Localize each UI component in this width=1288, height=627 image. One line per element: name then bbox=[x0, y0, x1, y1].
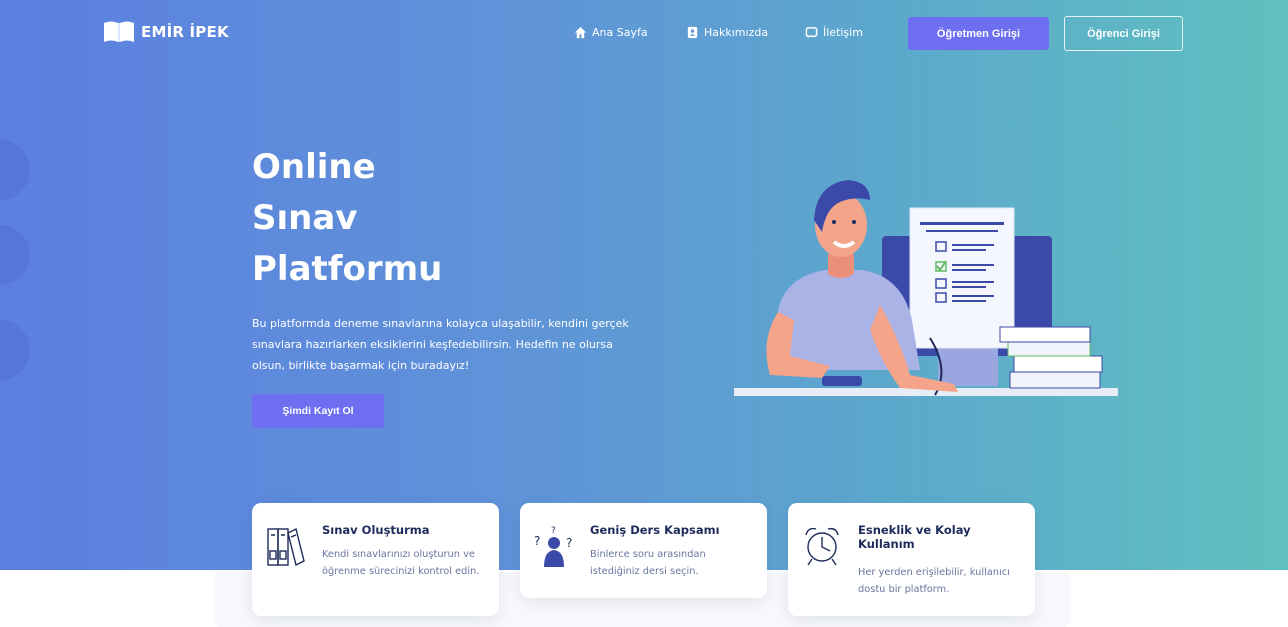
hero-title-line: Online bbox=[252, 147, 376, 187]
signup-button[interactable]: Şimdi Kayıt Ol bbox=[252, 394, 384, 428]
decor-blob bbox=[0, 140, 30, 200]
nav-contact[interactable]: İletişim bbox=[805, 26, 863, 39]
question-person-icon: ? ? ? bbox=[534, 526, 572, 567]
feature-text: Kendi sınavlarınızı oluşturun ve öğrenme… bbox=[322, 549, 480, 577]
address-book-icon bbox=[687, 26, 698, 39]
alarm-clock-icon bbox=[805, 527, 839, 566]
feature-card-flexibility[interactable]: Esneklik ve Kolay Kullanım Her yerden er… bbox=[788, 503, 1035, 616]
student-login-button[interactable]: Öğrenci Girişi bbox=[1064, 16, 1183, 51]
page: EMİR İPEK Ana Sayfa Hakkımızda İletişim … bbox=[0, 0, 1288, 627]
nav-home-label: Ana Sayfa bbox=[592, 26, 648, 39]
feature-title: Geniş Ders Kapsamı bbox=[590, 523, 720, 537]
hero-title-line: Platformu bbox=[252, 249, 443, 289]
books-icon bbox=[267, 527, 305, 567]
logo-text: EMİR İPEK bbox=[141, 23, 229, 41]
svg-text:?: ? bbox=[551, 526, 556, 536]
feature-card-exam-creation[interactable]: Sınav Oluşturma Kendi sınavlarınızı oluş… bbox=[252, 503, 499, 616]
feature-title: Esneklik ve Kolay Kullanım bbox=[858, 523, 971, 551]
hero-description: Bu platformda deneme sınavlarına kolayca… bbox=[252, 317, 629, 372]
feature-title: Sınav Oluşturma bbox=[322, 523, 430, 537]
open-book-icon bbox=[104, 21, 134, 42]
hero-section: EMİR İPEK Ana Sayfa Hakkımızda İletişim … bbox=[0, 0, 1288, 570]
feature-card-wide-coverage[interactable]: ? ? ? Geniş Ders Kapsamı Binlerce soru a… bbox=[520, 503, 767, 598]
decor-blob bbox=[0, 225, 30, 285]
home-icon bbox=[574, 26, 587, 39]
nav-home[interactable]: Ana Sayfa bbox=[574, 26, 648, 39]
nav-about[interactable]: Hakkımızda bbox=[686, 26, 768, 39]
contact-icon bbox=[805, 27, 818, 39]
hero-title-line: Sınav bbox=[252, 198, 358, 238]
hero-title: Online Sınav Platformu bbox=[252, 142, 612, 295]
feature-text: Her yerden erişilebilir, kullanıcı dostu… bbox=[858, 567, 1010, 595]
decor-blob bbox=[0, 320, 30, 380]
teacher-login-button[interactable]: Öğretmen Girişi bbox=[908, 17, 1049, 50]
svg-text:?: ? bbox=[534, 534, 540, 548]
logo[interactable]: EMİR İPEK bbox=[103, 20, 229, 44]
nav-contact-label: İletişim bbox=[823, 26, 863, 39]
feature-text: Binlerce soru arasından istediğiniz ders… bbox=[590, 549, 706, 577]
nav-about-label: Hakkımızda bbox=[704, 26, 769, 39]
svg-text:?: ? bbox=[566, 536, 572, 550]
student-computer-illustration bbox=[734, 180, 1118, 396]
